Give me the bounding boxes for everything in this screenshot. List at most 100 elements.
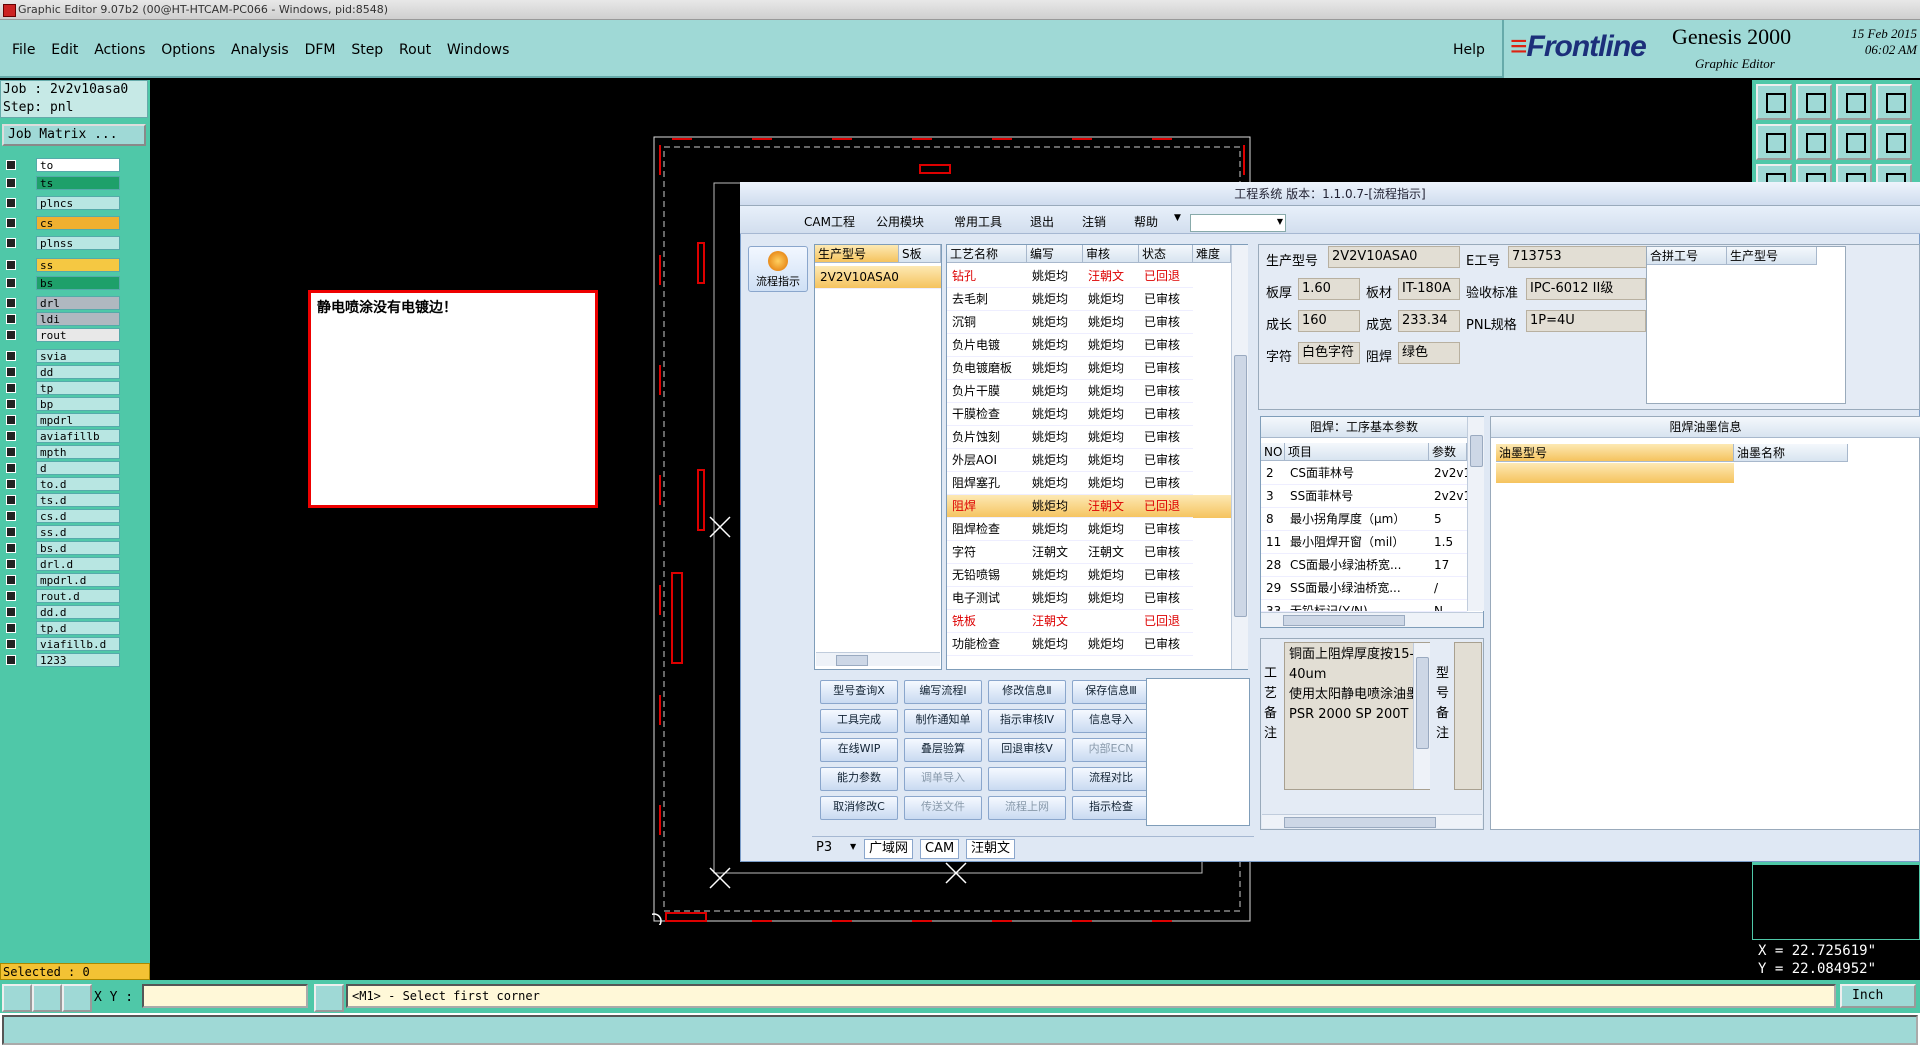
layer-name[interactable]: ss	[36, 258, 120, 272]
layer-row[interactable]: d	[2, 461, 120, 475]
model-header-s[interactable]: S板	[899, 245, 941, 263]
tool-button[interactable]	[1876, 84, 1912, 120]
ink-row[interactable]	[1496, 463, 1734, 483]
layer-row[interactable]: to	[2, 158, 120, 172]
menu-rout[interactable]: Rout	[399, 42, 431, 58]
tab-cam[interactable]: CAM	[920, 839, 960, 859]
action-button[interactable]: 编写流程Ⅰ	[904, 680, 982, 704]
layer-row[interactable]: viafillb.d	[2, 637, 120, 651]
layer-checkbox[interactable]	[6, 367, 16, 377]
layer-checkbox[interactable]	[6, 383, 16, 393]
layer-row[interactable]: plncs	[2, 196, 120, 210]
layer-checkbox[interactable]	[6, 431, 16, 441]
process-header-name[interactable]: 工艺名称	[947, 245, 1027, 263]
layer-checkbox[interactable]	[6, 463, 16, 473]
layer-row[interactable]: plnss	[2, 236, 120, 250]
measure-tool-button[interactable]	[32, 984, 62, 1012]
menu-analysis[interactable]: Analysis	[231, 42, 289, 58]
layer-name[interactable]: aviafillb	[36, 429, 120, 443]
layer-row[interactable]: rout.d	[2, 589, 120, 603]
field-solder-mask[interactable]: 绿色	[1398, 342, 1460, 364]
dialog-menu-exit[interactable]: 退出	[1030, 213, 1054, 230]
layer-checkbox[interactable]	[6, 607, 16, 617]
action-button[interactable]: 能力参数	[820, 767, 898, 791]
layer-row[interactable]: svia	[2, 349, 120, 363]
layer-name[interactable]: d	[36, 461, 120, 475]
layer-name[interactable]: dd.d	[36, 605, 120, 619]
action-button[interactable]: 指示检查	[1072, 796, 1150, 820]
layer-name[interactable]: rout	[36, 328, 120, 342]
remark-vscroll[interactable]	[1413, 643, 1430, 789]
layer-checkbox[interactable]	[6, 330, 16, 340]
layer-row[interactable]: ts	[2, 176, 120, 190]
layer-checkbox[interactable]	[6, 447, 16, 457]
layer-row[interactable]: to.d	[2, 477, 120, 491]
field-model[interactable]: 2V2V10ASA0	[1328, 246, 1460, 268]
job-matrix-button[interactable]: Job Matrix ...	[2, 124, 146, 146]
layer-name[interactable]: drl.d	[36, 557, 120, 571]
layer-checkbox[interactable]	[6, 298, 16, 308]
layer-row[interactable]: mpdrl	[2, 413, 120, 427]
action-button[interactable]: 在线WIP	[820, 738, 898, 762]
menu-edit[interactable]: Edit	[51, 42, 78, 58]
field-width[interactable]: 233.34	[1398, 310, 1460, 332]
dialog-menu-overflow-icon[interactable]: ▼	[1174, 213, 1181, 223]
action-button[interactable]: 型号查询Ⅹ	[820, 680, 898, 704]
layer-name[interactable]: mpdrl.d	[36, 573, 120, 587]
field-character[interactable]: 白色字符	[1298, 342, 1360, 364]
layer-row[interactable]: mpdrl.d	[2, 573, 120, 587]
combine-header-model[interactable]: 生产型号	[1727, 247, 1817, 265]
action-button[interactable]: 指示审核Ⅳ	[988, 709, 1066, 733]
action-button[interactable]: 流程对比	[1072, 767, 1150, 791]
layer-row[interactable]: aviafillb	[2, 429, 120, 443]
layer-name[interactable]: drl	[36, 296, 120, 310]
layer-name[interactable]: ss.d	[36, 525, 120, 539]
layer-name[interactable]: ts	[36, 176, 120, 190]
select-tool-button[interactable]	[2, 984, 32, 1012]
layer-name[interactable]: to	[36, 158, 120, 172]
action-button[interactable]: 传送文件	[904, 796, 982, 820]
layer-name[interactable]: svia	[36, 349, 120, 363]
menu-dfm[interactable]: DFM	[305, 42, 336, 58]
grid-tool-button[interactable]	[62, 984, 92, 1012]
layer-row[interactable]: ts.d	[2, 493, 120, 507]
model-row[interactable]: 2V2V10ASA0	[815, 266, 941, 289]
layer-checkbox[interactable]	[6, 160, 16, 170]
scroll-thumb[interactable]	[1283, 615, 1405, 626]
tab-wan[interactable]: 广域网	[864, 839, 914, 859]
process-header-status[interactable]: 状态	[1139, 245, 1193, 263]
field-length[interactable]: 160	[1298, 310, 1360, 332]
flow-indicator-button[interactable]: 流程指示	[748, 246, 808, 292]
action-button[interactable]: 调单导入	[904, 767, 982, 791]
layer-name[interactable]: cs	[36, 216, 120, 230]
layer-row[interactable]: mpth	[2, 445, 120, 459]
layer-name[interactable]: cs.d	[36, 509, 120, 523]
field-pnl-spec[interactable]: 1P=4U	[1526, 310, 1646, 332]
layer-row[interactable]: rout	[2, 328, 120, 342]
layer-name[interactable]: dd	[36, 365, 120, 379]
process-header-difficulty[interactable]: 难度	[1193, 245, 1231, 263]
menu-options[interactable]: Options	[161, 42, 215, 58]
layer-checkbox[interactable]	[6, 260, 16, 270]
model-grid-hscroll[interactable]	[816, 652, 940, 666]
dialog-combo-box[interactable]: ▼	[1190, 214, 1286, 232]
combine-header-eno[interactable]: 合拼工号	[1647, 247, 1727, 265]
layer-row[interactable]: cs.d	[2, 509, 120, 523]
menu-help[interactable]: Help	[1453, 42, 1485, 58]
layer-checkbox[interactable]	[6, 623, 16, 633]
layer-checkbox[interactable]	[6, 559, 16, 569]
layer-name[interactable]: rout.d	[36, 589, 120, 603]
layer-row[interactable]: ldi	[2, 312, 120, 326]
action-button[interactable]: 工具完成	[820, 709, 898, 733]
action-button[interactable]: 叠层验算	[904, 738, 982, 762]
tool-button[interactable]	[1836, 124, 1872, 160]
layer-checkbox[interactable]	[6, 575, 16, 585]
tool-button[interactable]	[1796, 84, 1832, 120]
scroll-thumb[interactable]	[1234, 355, 1247, 617]
layer-row[interactable]: tp.d	[2, 621, 120, 635]
ink-header-model[interactable]: 油墨型号	[1496, 444, 1734, 462]
layer-name[interactable]: bp	[36, 397, 120, 411]
process-grid-vscroll[interactable]	[1231, 245, 1248, 669]
params-hscroll[interactable]	[1261, 612, 1483, 627]
action-button[interactable]: 取消修改C	[820, 796, 898, 820]
